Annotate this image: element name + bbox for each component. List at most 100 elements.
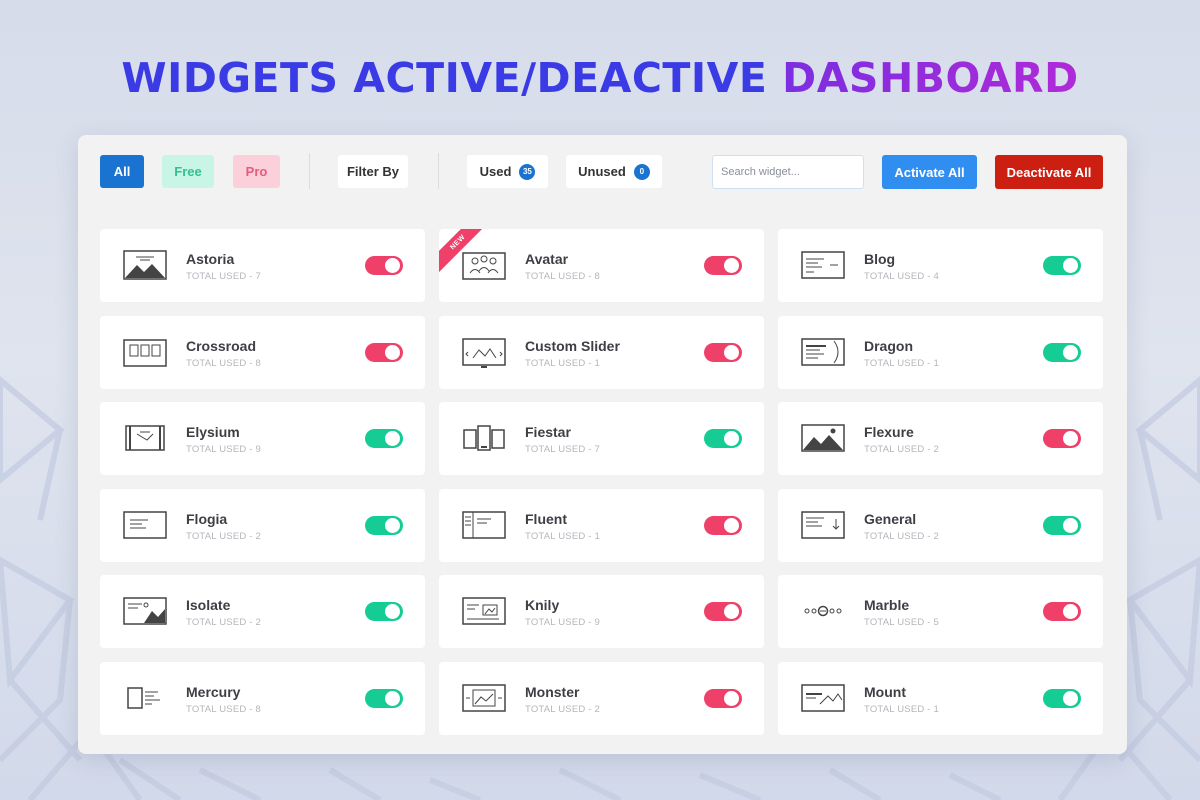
widget-name: Crossroad [186, 337, 257, 354]
widget-card-knily: Knily TOTAL USED - 9 [439, 575, 764, 648]
widget-card-blog: Blog TOTAL USED - 4 [778, 229, 1103, 302]
widget-name: Dragon [864, 337, 913, 354]
widget-usage: TOTAL USED - 2 [864, 530, 939, 542]
widget-toggle[interactable] [365, 688, 403, 708]
widget-toggle[interactable] [1043, 256, 1081, 275]
deactivate-all-button[interactable]: Deactivate All [995, 155, 1103, 189]
toggle-knob [724, 690, 739, 706]
widget-name: Knily [525, 597, 560, 613]
widget-toggle[interactable] [704, 602, 742, 621]
widget-card-mercury: Mercury TOTAL USED - 8 [100, 661, 425, 735]
widget-toggle[interactable] [365, 342, 403, 362]
toggle-knob [1063, 258, 1078, 273]
filter-free-button[interactable]: Free [162, 155, 214, 188]
divider [438, 153, 439, 189]
toggle-knob [385, 517, 400, 533]
widget-toggle[interactable] [704, 256, 742, 275]
widget-toggle[interactable] [704, 688, 742, 708]
divider [309, 153, 310, 189]
widget-toggle[interactable] [1043, 602, 1081, 621]
filter-all-button[interactable]: All [100, 155, 144, 188]
activate-all-button[interactable]: Activate All [882, 155, 977, 189]
widget-card-marble: Marble TOTAL USED - 5 [778, 575, 1103, 648]
widget-usage: TOTAL USED - 1 [525, 530, 600, 542]
toggle-knob [385, 344, 400, 360]
widget-name: Mount [864, 683, 906, 700]
marble-icon [804, 605, 842, 617]
knily-icon [462, 597, 506, 625]
toggle-knob [385, 604, 400, 619]
isolate-icon [123, 597, 167, 625]
dashboard-panel: All Free Pro Filter By Used 35 Unused 0 … [78, 135, 1127, 754]
headline-part-2: DASHBOARD [782, 54, 1079, 102]
headline-part-1: WIDGETS ACTIVE/DEACTIVE [121, 54, 768, 102]
general-icon [801, 510, 845, 539]
widget-toggle[interactable] [704, 429, 742, 448]
widget-usage: TOTAL USED - 2 [186, 530, 261, 542]
mount-icon [801, 683, 845, 712]
widget-toggle[interactable] [1043, 688, 1081, 708]
used-filter-button[interactable]: Used 35 [467, 155, 548, 188]
toggle-knob [385, 690, 400, 706]
widget-usage: TOTAL USED - 7 [186, 271, 261, 282]
toggle-knob [1063, 431, 1078, 446]
widget-usage: TOTAL USED - 1 [864, 357, 939, 369]
widget-name: Fiestar [525, 424, 571, 440]
widget-usage: TOTAL USED - 1 [864, 703, 939, 715]
widget-card-fluent: Fluent TOTAL USED - 1 [439, 488, 764, 562]
widget-usage: TOTAL USED - 1 [525, 357, 600, 369]
widget-name: Custom Slider [525, 337, 620, 354]
widget-toggle[interactable] [365, 515, 403, 535]
crossroad-icon [123, 338, 167, 367]
toggle-knob [724, 344, 739, 360]
toggle-knob [1063, 344, 1078, 360]
widget-usage: TOTAL USED - 7 [525, 444, 600, 455]
widget-name: Isolate [186, 597, 231, 613]
widget-card-astoria: Astoria TOTAL USED - 7 [100, 229, 425, 302]
image-icon [801, 424, 845, 452]
widget-toggle[interactable] [704, 515, 742, 535]
toggle-knob [1063, 604, 1078, 619]
widget-toggle[interactable] [1043, 342, 1081, 362]
widget-usage: TOTAL USED - 9 [525, 617, 600, 628]
widget-toggle[interactable] [365, 602, 403, 621]
toggle-knob [724, 604, 739, 619]
toggle-knob [724, 431, 739, 446]
widget-usage: TOTAL USED - 2 [186, 617, 261, 628]
widget-toggle[interactable] [365, 429, 403, 448]
toggle-knob [385, 258, 400, 273]
widget-card-flexure: Flexure TOTAL USED - 2 [778, 402, 1103, 475]
blog-icon [801, 251, 845, 279]
widget-usage: TOTAL USED - 8 [525, 271, 600, 282]
widget-name: Avatar [525, 251, 569, 267]
widget-name: General [864, 510, 917, 527]
elysium-icon [125, 425, 165, 451]
widget-toggle[interactable] [1043, 429, 1081, 448]
filter-pro-button[interactable]: Pro [233, 155, 280, 188]
fiestar-icon [463, 425, 505, 451]
widget-toggle[interactable] [704, 342, 742, 362]
unused-label: Unused [578, 164, 626, 179]
widget-card-dragon: Dragon TOTAL USED - 1 [778, 315, 1103, 389]
filter-by-button[interactable]: Filter By [338, 155, 408, 188]
widget-name: Fluent [525, 510, 567, 527]
widget-name: Astoria [186, 251, 235, 267]
unused-filter-button[interactable]: Unused 0 [566, 155, 662, 188]
flogia-icon [123, 510, 167, 539]
widget-usage: TOTAL USED - 8 [186, 703, 261, 715]
widget-card-crossroad: Crossroad TOTAL USED - 8 [100, 315, 425, 389]
toolbar: All Free Pro Filter By Used 35 Unused 0 … [78, 135, 1127, 215]
widget-toggle[interactable] [365, 256, 403, 275]
widget-name: Monster [525, 683, 580, 700]
widget-card-fiestar: Fiestar TOTAL USED - 7 [439, 402, 764, 475]
unused-count-badge: 0 [633, 163, 650, 180]
used-count-badge: 35 [519, 163, 536, 180]
widget-name: Elysium [186, 424, 240, 440]
widget-toggle[interactable] [1043, 515, 1081, 535]
search-input[interactable] [712, 155, 864, 189]
toggle-knob [1063, 690, 1078, 706]
widget-card-flogia: Flogia TOTAL USED - 2 [100, 488, 425, 562]
monster-icon [462, 683, 506, 712]
widget-name: Flogia [186, 510, 228, 527]
widget-name: Marble [864, 597, 910, 613]
